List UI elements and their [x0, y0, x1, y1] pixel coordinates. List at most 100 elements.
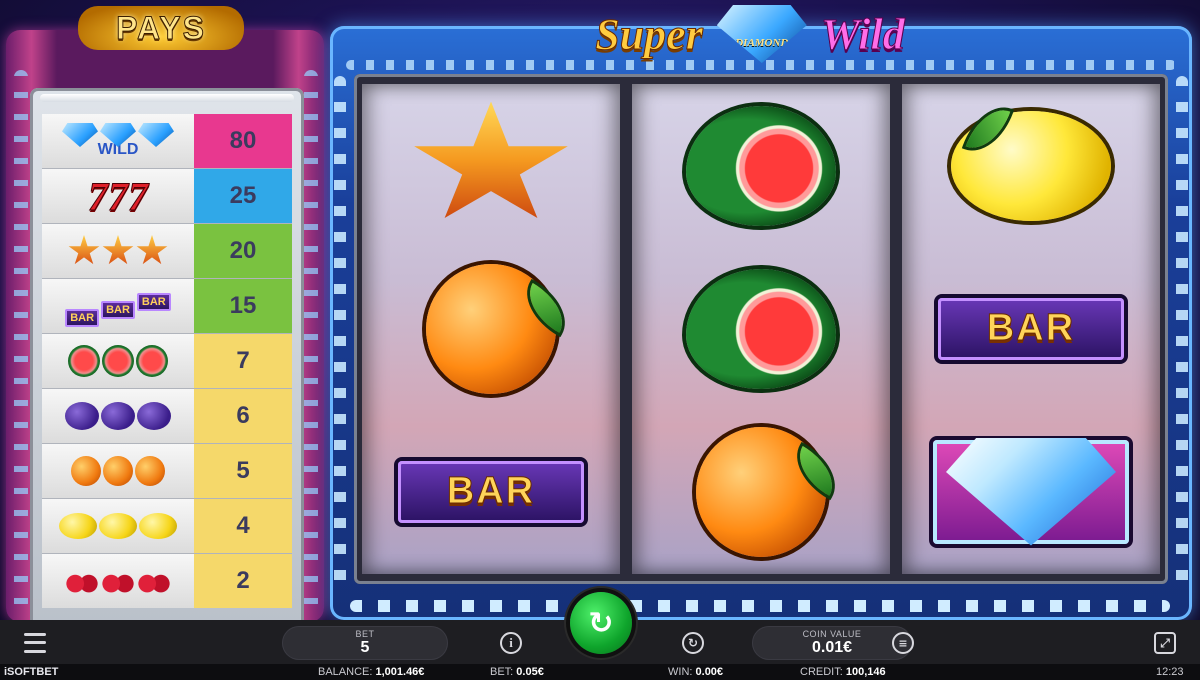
plum-icon	[137, 402, 171, 430]
reel-cell	[632, 247, 890, 410]
watermelon-icon	[102, 345, 134, 377]
bar-icon: BAR	[65, 309, 100, 327]
reel-3: BAR	[902, 84, 1160, 574]
info-icon[interactable]: i	[500, 632, 522, 654]
pay-row-bar: BAR BAR BAR 15	[42, 279, 292, 334]
status-credit-value: 100,146	[845, 666, 886, 678]
pay-value: 80	[194, 114, 292, 168]
pay-symbol-watermelon	[42, 334, 194, 388]
pay-row-star: 20	[42, 224, 292, 279]
bar-icon: BAR	[101, 301, 135, 319]
pay-value: 6	[194, 389, 292, 443]
pay-row-orange: 5	[42, 444, 292, 499]
pay-row-cherry: 2	[42, 554, 292, 608]
bet-label: BET	[355, 629, 375, 639]
reel-2	[632, 84, 890, 574]
bet-selector[interactable]: BET 5	[282, 626, 448, 660]
pay-symbol-wild: WILD	[42, 114, 194, 168]
pay-value: 5	[194, 444, 292, 498]
status-bet: BET: 0.05€	[490, 666, 544, 678]
pay-symbol-cherry	[42, 554, 194, 608]
reel-cell	[362, 247, 620, 410]
pay-value: 25	[194, 169, 292, 223]
status-win-value: 0.00€	[695, 666, 724, 678]
logo-word-super: Super	[595, 9, 704, 59]
pay-symbol-bar: BAR BAR BAR	[42, 279, 194, 333]
lemon-icon	[59, 513, 97, 539]
reel-cell: BAR	[362, 410, 620, 573]
status-win: WIN: 0.00€	[668, 666, 723, 678]
paytable-rows: WILD 80 777 25 20 BAR BAR BAR 15 7 6 5 4…	[42, 114, 292, 608]
bar-symbol-icon: BAR	[938, 297, 1124, 360]
pay-row-wild: WILD 80	[42, 114, 292, 169]
reel-cell	[632, 410, 890, 573]
cabinet-lights-left	[334, 76, 346, 586]
lemon-icon	[99, 513, 137, 539]
paytable-title: PAYS	[78, 6, 244, 50]
balance-value: 1,001.46€	[375, 666, 425, 678]
hamburger-menu-icon[interactable]	[20, 630, 50, 656]
pay-row-lemon: 4	[42, 499, 292, 554]
paytable-top-bar	[40, 94, 294, 102]
cherry-icon	[65, 568, 99, 594]
coin-value-label: COIN VALUE	[802, 629, 862, 639]
pay-row-seven: 777 25	[42, 169, 292, 224]
pay-symbol-orange	[42, 444, 194, 498]
diamond-icon	[138, 123, 174, 147]
watermelon-icon	[136, 345, 168, 377]
reel-cell	[362, 84, 620, 247]
coins-icon[interactable]: ≡	[892, 632, 914, 654]
cabinet-lights-bottom	[350, 600, 1170, 612]
fullscreen-icon[interactable]: ⤢	[1154, 632, 1176, 654]
bar-icon: BAR	[136, 293, 171, 311]
balance-label: BALANCE:	[318, 666, 373, 678]
status-credit-label: CREDIT:	[800, 666, 843, 678]
spin-button[interactable]: ↻	[570, 592, 632, 654]
pay-value: 2	[194, 554, 292, 608]
seven-icon: 777	[88, 173, 149, 219]
paytable-frame: WILD 80 777 25 20 BAR BAR BAR 15 7 6 5 4…	[30, 88, 304, 628]
reel-cell	[902, 84, 1160, 247]
pay-row-watermelon: 7	[42, 334, 292, 389]
pay-symbol-plum	[42, 389, 194, 443]
reel-cell	[632, 84, 890, 247]
reel-1: BAR	[362, 84, 620, 574]
reel-cell	[902, 410, 1160, 573]
bet-value: 5	[360, 639, 370, 656]
autoplay-icon[interactable]: ↻	[682, 632, 704, 654]
pay-symbol-star	[42, 224, 194, 278]
orange-symbol-icon	[426, 263, 556, 394]
watermelon-symbol-icon	[686, 268, 836, 389]
orange-icon	[103, 456, 133, 486]
watermelon-symbol-icon	[686, 105, 836, 226]
star-icon	[136, 235, 168, 265]
pay-value: 7	[194, 334, 292, 388]
orange-symbol-icon	[696, 426, 826, 557]
paytable-cabinet: WILD 80 777 25 20 BAR BAR BAR 15 7 6 5 4…	[6, 30, 324, 628]
diamond-icon	[62, 123, 98, 147]
orange-icon	[71, 456, 101, 486]
pay-value: 4	[194, 499, 292, 553]
reel-cell: BAR	[902, 247, 1160, 410]
coin-value-selector[interactable]: COIN VALUE 0.01€	[752, 626, 912, 660]
cherry-icon	[137, 568, 171, 594]
reel-window: BAR BAR	[354, 74, 1168, 584]
status-bet-value: 0.05€	[516, 666, 544, 678]
plum-icon	[101, 402, 135, 430]
spin-arrow-icon: ↻	[588, 605, 614, 641]
coin-value: 0.01€	[811, 639, 853, 656]
star-symbol-icon	[414, 101, 568, 218]
cabinet-lights-right	[304, 70, 318, 610]
status-bet-label: BET:	[490, 666, 514, 678]
status-bar: iSOFTBET BALANCE: 1,001.46€ BET: 0.05€ W…	[0, 664, 1200, 680]
pay-symbol-seven: 777	[42, 169, 194, 223]
logo-diamond-icon: DIAMOND	[716, 5, 807, 63]
game-stage: WILD 80 777 25 20 BAR BAR BAR 15 7 6 5 4…	[0, 0, 1200, 628]
reel-cabinet: BAR BAR	[330, 26, 1192, 620]
logo-word-wild: Wild	[820, 9, 905, 59]
bar-symbol-icon: BAR	[398, 460, 584, 523]
balance: BALANCE: 1,001.46€	[318, 666, 424, 678]
diamond-symbol-icon	[946, 437, 1116, 546]
status-win-label: WIN:	[668, 666, 693, 678]
brand-logo: iSOFTBET	[4, 666, 59, 678]
